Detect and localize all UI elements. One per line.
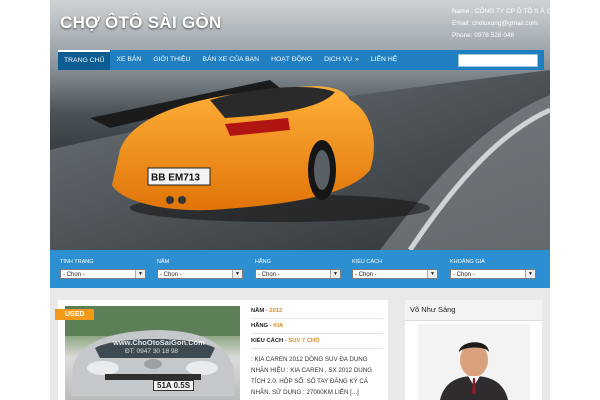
nav-item-services[interactable]: DỊCH VỤ» xyxy=(318,50,365,70)
select-value: - Chọn - xyxy=(453,272,475,278)
contact-info: Name : CÔNG TY CP Ô TÔ S À G Email: chol… xyxy=(452,6,550,42)
price-range-select[interactable]: - Chọn - ▼ xyxy=(450,269,536,279)
detail-value: SUV 7 CHỖ xyxy=(288,338,320,344)
search-input[interactable] xyxy=(458,53,538,67)
detail-brand: HÃNG - KIA xyxy=(251,319,383,334)
select-value: - Chọn - xyxy=(258,272,280,278)
photo-watermark: www.ChoOtoSaiGon.Com xyxy=(113,338,205,347)
nav-item-about[interactable]: GIỚI THIỆU xyxy=(147,50,196,70)
hero-plate-text: BB EM713 xyxy=(151,173,200,184)
detail-label: HÃNG xyxy=(251,323,269,329)
select-value: - Chọn - xyxy=(160,272,182,278)
filter-label: HÃNG xyxy=(255,259,271,265)
nav-item-contact[interactable]: LIÊN HỆ xyxy=(365,50,403,70)
filter-style: KIỂU CÁCH - Chọn - ▼ xyxy=(352,259,440,279)
search-filter-bar: TÌNH TRẠNG - Chọn - ▼ NĂM - Chọn - ▼ HÃNG … xyxy=(50,250,550,288)
dropdown-arrow-icon: » xyxy=(355,56,359,63)
filter-label: NĂM xyxy=(157,259,170,265)
listing-car-photo[interactable]: www.ChoOtoSaiGon.Com ĐT: 0947 30 18 98 5… xyxy=(65,306,240,400)
condition-select[interactable]: - Chọn - ▼ xyxy=(60,269,146,279)
filter-label: KIỂU CÁCH xyxy=(352,259,382,265)
chevron-down-icon: ▼ xyxy=(427,270,437,278)
site-title[interactable]: CHỢ ÔTÔ SÀI GÒN xyxy=(60,13,222,33)
main-navigation: TRANG CHỦ XE BÁN GIỚI THIỆU BÁN XE CỦA B… xyxy=(58,50,544,70)
detail-label: NĂM xyxy=(251,308,265,314)
detail-value: KIA xyxy=(273,323,284,329)
contact-name: Name : CÔNG TY CP Ô TÔ S À G xyxy=(452,8,550,15)
contact-email: Email: choluxung@gmail.com xyxy=(452,20,538,27)
detail-year: NĂM - 2012 xyxy=(251,304,383,319)
nav-item-label: XE BÁN xyxy=(116,56,142,63)
sidebar-title: Võ Như Sáng xyxy=(405,300,542,321)
avatar xyxy=(418,324,530,400)
listing-details: NĂM - 2012 HÃNG - KIA KIỂU CÁCH - SUV 7 … xyxy=(251,304,383,398)
filter-label: KHOẢNG GIÁ xyxy=(450,259,485,265)
listing-card: USED www.ChoOtoSaiGon.Com ĐT: 0947 30 18… xyxy=(55,300,388,400)
style-select[interactable]: - Chọn - ▼ xyxy=(352,269,438,279)
detail-style: KIỂU CÁCH - SUV 7 CHỖ xyxy=(251,334,383,349)
nav-item-cars-for-sale[interactable]: XE BÁN xyxy=(110,50,147,70)
filter-brand: HÃNG - Chọn - ▼ xyxy=(255,259,343,279)
nav-item-sell-your-car[interactable]: BÁN XE CỦA BẠN xyxy=(196,50,265,70)
hero-banner: BB EM713 CHỢ ÔTÔ SÀI GÒN Name : CÔNG TY … xyxy=(50,0,550,250)
contact-phone: Phone: 0978 528 048 xyxy=(452,32,515,39)
used-badge: USED xyxy=(55,309,95,320)
nav-item-label: BÁN XE CỦA BẠN xyxy=(202,56,260,63)
nav-item-label: LIÊN HỆ xyxy=(370,56,398,63)
chevron-down-icon: ▼ xyxy=(525,270,535,278)
nav-item-home[interactable]: TRANG CHỦ xyxy=(58,50,111,70)
filter-price-range: KHOẢNG GIÁ - Chọn - ▼ xyxy=(450,259,538,279)
nav-item-label: TRANG CHỦ xyxy=(64,57,105,64)
nav-item-label: HOẠT ĐỘNG xyxy=(271,56,313,63)
nav-item-label: DỊCH VỤ xyxy=(324,56,353,63)
filter-year: NĂM - Chọn - ▼ xyxy=(157,259,245,279)
listing-description: : KIA CAREN 2012 DÒNG SUV ĐA DỤNG NHÃN H… xyxy=(251,356,373,396)
select-value: - Chọn - xyxy=(355,272,377,278)
filter-condition: TÌNH TRẠNG - Chọn - ▼ xyxy=(60,259,148,279)
brand-select[interactable]: - Chọn - ▼ xyxy=(255,269,341,279)
nav-item-activities[interactable]: HOẠT ĐỘNG xyxy=(265,50,318,70)
detail-value: 2012 xyxy=(269,308,283,314)
detail-label: KIỂU CÁCH xyxy=(251,338,284,344)
sidebar-widget: Võ Như Sáng xyxy=(405,300,542,400)
chevron-down-icon: ▼ xyxy=(232,270,242,278)
person-photo-illustration xyxy=(418,324,530,400)
photo-watermark-phone: ĐT: 0947 30 18 98 xyxy=(125,348,179,355)
chevron-down-icon: ▼ xyxy=(135,270,145,278)
chevron-down-icon: ▼ xyxy=(330,270,340,278)
select-value: - Chọn - xyxy=(63,272,85,278)
page-frame: BB EM713 CHỢ ÔTÔ SÀI GÒN Name : CÔNG TY … xyxy=(50,0,550,400)
listing-plate: 51A 0.5S xyxy=(153,380,195,391)
year-select[interactable]: - Chọn - ▼ xyxy=(157,269,243,279)
nav-item-label: GIỚI THIỆU xyxy=(153,56,191,63)
filter-label: TÌNH TRẠNG xyxy=(60,259,94,265)
